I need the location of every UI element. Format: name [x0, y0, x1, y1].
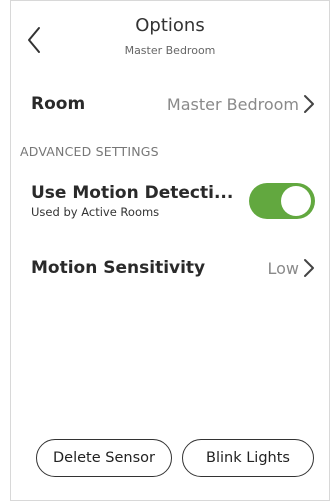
chevron-right-icon [303, 258, 317, 278]
page-title: Options [135, 15, 205, 36]
room-row[interactable]: Room Master Bedroom [31, 89, 317, 119]
options-screen: Options Master Bedroom Room Master Bedro… [10, 0, 330, 501]
room-value-group: Master Bedroom [167, 94, 317, 114]
motion-detection-text: Use Motion Detecti... Used by Active Roo… [31, 182, 233, 220]
motion-sensitivity-value: Low [267, 258, 299, 278]
room-label: Room [31, 94, 86, 114]
blink-lights-button[interactable]: Blink Lights [182, 439, 314, 477]
chevron-right-icon [303, 94, 317, 114]
toggle-knob [281, 186, 311, 216]
header: Options Master Bedroom [11, 1, 329, 71]
motion-detection-toggle[interactable] [249, 183, 315, 219]
motion-sensitivity-label: Motion Sensitivity [31, 258, 206, 278]
delete-sensor-button[interactable]: Delete Sensor [36, 439, 172, 477]
motion-sensitivity-row[interactable]: Motion Sensitivity Low [31, 253, 317, 283]
advanced-settings-header: ADVANCED SETTINGS [20, 144, 159, 159]
motion-detection-sublabel: Used by Active Rooms [31, 205, 160, 219]
page-subtitle: Master Bedroom [124, 44, 216, 57]
room-value: Master Bedroom [166, 94, 299, 114]
sensitivity-value-group: Low [267, 258, 317, 278]
motion-detection-row: Use Motion Detecti... Used by Active Roo… [31, 176, 317, 226]
motion-detection-label: Use Motion Detecti... [31, 183, 234, 203]
